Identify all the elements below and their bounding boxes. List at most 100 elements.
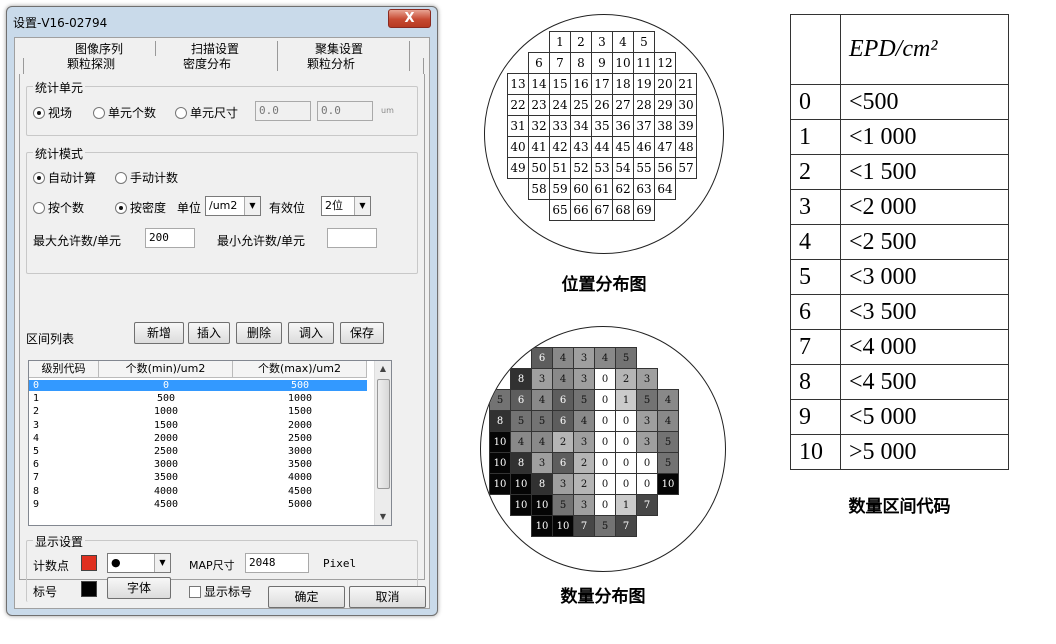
- position-cell: 22: [507, 94, 529, 116]
- table-row[interactable]: 0 0 500: [29, 380, 367, 391]
- position-cell: 26: [591, 94, 613, 116]
- position-cell: 46: [633, 136, 655, 158]
- map-size-label: MAP尺寸: [189, 559, 235, 572]
- count-cell: 5: [657, 452, 679, 474]
- list-header-2[interactable]: 个数(min)/um2: [99, 361, 233, 378]
- delete-button[interactable]: 删除: [236, 322, 282, 344]
- table-row[interactable]: 8 4000 4500: [29, 486, 367, 497]
- count-cell: 5: [573, 389, 595, 411]
- position-cell: 40: [507, 136, 529, 158]
- point-color-swatch[interactable]: [81, 555, 97, 571]
- map-size-input[interactable]: 2048: [245, 553, 309, 573]
- position-cell: 18: [612, 73, 634, 95]
- ok-button[interactable]: 确定: [268, 586, 345, 608]
- min-count-cell: 1500: [154, 419, 179, 431]
- min-count-cell: 4000: [154, 485, 179, 497]
- font-button[interactable]: 字体: [107, 577, 171, 599]
- list-header-1[interactable]: 级别代码: [29, 361, 99, 378]
- count-cell: 10: [531, 494, 553, 516]
- position-cell: 56: [654, 157, 676, 179]
- level-code-cell: 0: [33, 380, 40, 391]
- epd-code-cell: 4: [790, 224, 841, 260]
- min-count-input[interactable]: [327, 228, 377, 248]
- insert-button[interactable]: 插入: [188, 322, 230, 344]
- count-cell: 0: [636, 473, 658, 495]
- tab-6[interactable]: 颗粒分析: [269, 56, 393, 73]
- show-mark-checkbox[interactable]: 显示标号: [189, 583, 252, 600]
- table-row[interactable]: 7 3500 4000: [29, 472, 367, 483]
- unit-select[interactable]: /um2 ▼: [205, 196, 261, 216]
- radio-by-count[interactable]: 按个数: [33, 199, 84, 216]
- max-count-cell: 4000: [288, 472, 313, 484]
- table-row[interactable]: 2 1000 1500: [29, 406, 367, 417]
- scroll-up-icon[interactable]: ▲: [375, 361, 391, 377]
- unit-group: 统计单元 视场 单元个数 单元尺寸 0.0 0.0 um: [26, 79, 418, 136]
- table-row[interactable]: 9 4500 5000: [29, 499, 367, 510]
- table-row[interactable]: 4 2000 2500: [29, 433, 367, 444]
- position-cell: 63: [633, 178, 655, 200]
- position-cell: 41: [528, 136, 550, 158]
- show-mark-label: 显示标号: [204, 585, 253, 599]
- mark-color-swatch[interactable]: [81, 581, 97, 597]
- title-bar[interactable]: 设置-V16-02794 X: [7, 7, 437, 37]
- radio-cell-size[interactable]: 单元尺寸: [175, 104, 238, 121]
- add-button[interactable]: 新增: [134, 322, 184, 344]
- table-row[interactable]: 5 2500 3000: [29, 446, 367, 457]
- table-row[interactable]: 3 1500 2000: [29, 420, 367, 431]
- epd-row: 5 <3 000: [790, 259, 1009, 295]
- epd-header-empty: [790, 14, 841, 85]
- point-shape-select[interactable]: ● ▼: [107, 553, 171, 573]
- count-cell: 5: [615, 347, 637, 369]
- list-header-3[interactable]: 个数(max)/um2: [233, 361, 367, 378]
- position-cell: 62: [612, 178, 634, 200]
- table-row[interactable]: 6 3000 3500: [29, 459, 367, 470]
- count-cell: 5: [510, 410, 532, 432]
- digits-select[interactable]: 2位 ▼: [321, 196, 371, 216]
- count-cell: 2: [615, 368, 637, 390]
- count-cell: 10: [531, 515, 553, 537]
- radio-cell-count[interactable]: 单元个数: [93, 104, 156, 121]
- count-cell: 10: [489, 473, 511, 495]
- tab-4[interactable]: 颗粒探测: [29, 56, 153, 73]
- radio-by-density[interactable]: 按密度: [115, 199, 166, 216]
- count-cell: 7: [636, 494, 658, 516]
- epd-range-cell: <4 000: [840, 329, 1009, 365]
- count-cell: 3: [636, 410, 658, 432]
- tab-5[interactable]: 密度分布: [145, 56, 269, 73]
- position-cell: 20: [654, 73, 676, 95]
- close-button[interactable]: X: [388, 9, 431, 28]
- epd-code-cell: 0: [790, 84, 841, 120]
- epd-code-cell: 3: [790, 189, 841, 225]
- table-row[interactable]: 1 500 1000: [29, 393, 367, 404]
- radio-icon: [175, 107, 187, 119]
- radio-manual[interactable]: 手动计数: [115, 169, 178, 186]
- min-count-cell: 4500: [154, 498, 179, 510]
- save-button[interactable]: 保存: [340, 322, 384, 344]
- position-cell: 55: [633, 157, 655, 179]
- count-cell: 0: [594, 431, 616, 453]
- cancel-button[interactable]: 取消: [349, 586, 426, 608]
- digits-select-value: 2位: [325, 199, 343, 212]
- position-cell: 42: [549, 136, 571, 158]
- count-cell: 10: [657, 473, 679, 495]
- position-cell: 2: [570, 31, 592, 53]
- radio-field[interactable]: 视场: [33, 104, 72, 121]
- position-cell: 64: [654, 178, 676, 200]
- epd-row: 6 <3 500: [790, 294, 1009, 330]
- cell-size-y-input[interactable]: 0.0: [317, 101, 373, 121]
- count-cell: 8: [531, 473, 553, 495]
- count-cell: 5: [552, 494, 574, 516]
- scroll-thumb[interactable]: [377, 379, 390, 489]
- min-label: 最小允许数/单元: [217, 234, 306, 248]
- list-scrollbar[interactable]: ▲ ▼: [374, 361, 391, 525]
- cell-size-x-input[interactable]: 0.0: [255, 101, 311, 121]
- count-cell: 10: [489, 452, 511, 474]
- scroll-down-icon[interactable]: ▼: [375, 509, 391, 525]
- interval-list[interactable]: 级别代码 个数(min)/um2 个数(max)/um2 0 0 500 1 500 1000…: [28, 360, 392, 526]
- radio-auto[interactable]: 自动计算: [33, 169, 96, 186]
- count-cell: 0: [615, 452, 637, 474]
- level-code-cell: 6: [33, 459, 40, 471]
- load-button[interactable]: 调入: [288, 322, 334, 344]
- max-count-cell: 3000: [288, 446, 313, 457]
- max-count-input[interactable]: 200: [145, 228, 195, 248]
